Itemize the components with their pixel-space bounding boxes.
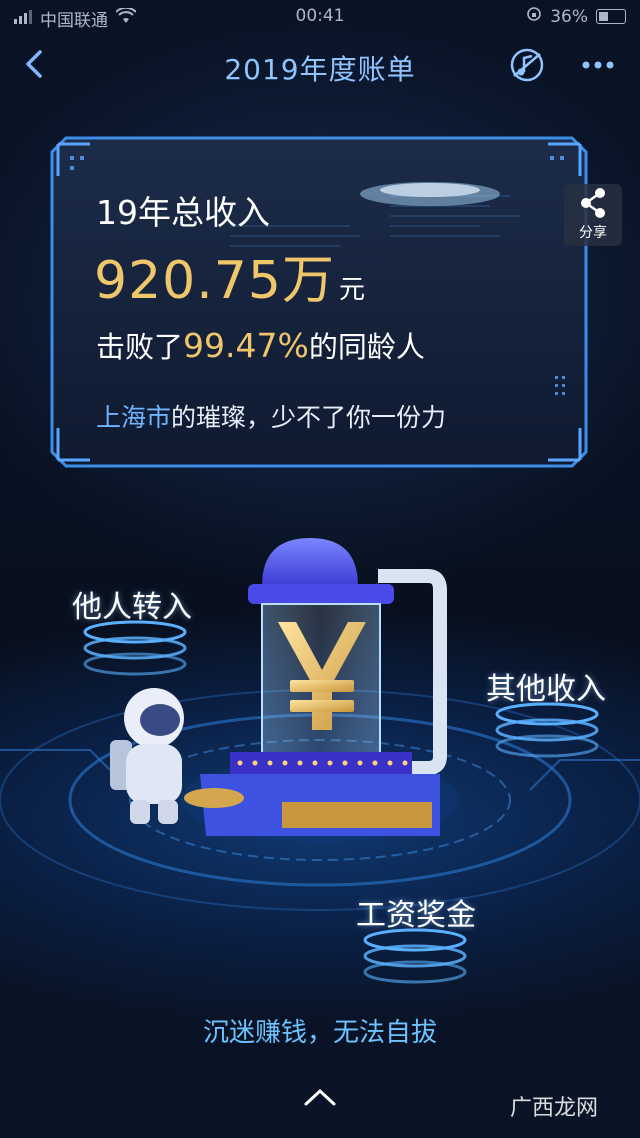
share-icon: [581, 188, 605, 218]
rings-icon: [363, 928, 467, 984]
beat-percent: 99.47%: [183, 326, 309, 365]
city-name: 上海市: [96, 403, 172, 432]
lock-rotation-icon: [526, 6, 542, 27]
share-button[interactable]: 分享: [564, 184, 622, 246]
income-card: 19年总收入 920.75万元 击败了99.47%的同龄人 上海市的璀璨，少不了…: [50, 136, 588, 468]
status-right: 36%: [526, 6, 626, 27]
rings-icon: [495, 702, 599, 758]
income-amount-value: 920.75万: [94, 251, 335, 311]
city-line: 上海市的璀璨，少不了你一份力: [96, 398, 446, 434]
income-amount: 920.75万元: [94, 238, 366, 313]
beat-percent-line: 击败了99.47%的同龄人: [96, 324, 425, 366]
battery-icon: [596, 9, 626, 24]
more-dots-icon[interactable]: [578, 50, 618, 80]
battery-percent: 36%: [550, 6, 588, 27]
city-suffix: 的璀璨，少不了你一份力: [171, 403, 447, 432]
status-bar: 中国联通 00:41 36%: [0, 0, 640, 34]
watermark: 广西龙网: [510, 1096, 599, 1121]
beat-prefix: 击败了: [96, 330, 184, 364]
income-title: 19年总收入: [96, 193, 270, 232]
beat-suffix: 的同龄人: [308, 330, 425, 364]
income-unit: 元: [338, 275, 366, 305]
tagline: 沉迷赚钱，无法自拔: [202, 1018, 437, 1048]
money-machine-illustration: [110, 538, 447, 836]
chevron-up-icon[interactable]: [302, 1086, 338, 1108]
share-label: 分享: [579, 225, 607, 241]
nav-bar: 2019年度账单: [0, 36, 640, 96]
music-note-icon[interactable]: [508, 46, 546, 84]
